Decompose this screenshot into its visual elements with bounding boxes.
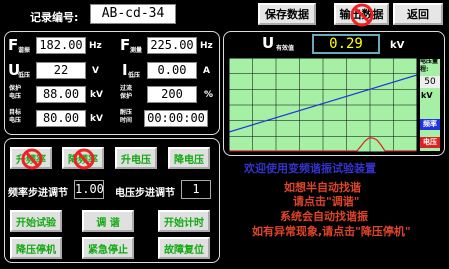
u-low-field: 22 [36, 62, 86, 79]
range-label: 电压量程: [420, 58, 439, 73]
save-data-button[interactable]: 保存数据 [258, 3, 316, 25]
protect-voltage-field[interactable]: 88.00 [36, 86, 86, 103]
frequency-legend: 频率 [420, 119, 440, 130]
freq-step-field[interactable]: 1.00 [74, 180, 104, 199]
withstand-time-field[interactable]: 00:00:00 [144, 110, 208, 127]
i-low-sub: 低压 [128, 72, 141, 79]
f-harmonic-sub: 谐振 [18, 47, 31, 54]
range-unit: kV [421, 91, 433, 100]
meter-symbol: U [262, 34, 275, 52]
lower-stop-button[interactable]: 降压停机 [10, 237, 62, 259]
record-number-field[interactable]: AB-cd-34 [90, 4, 176, 24]
f-measured-field: 225.00 [147, 37, 197, 54]
target-voltage-label: 目标 电压 [9, 109, 22, 124]
target-voltage-field[interactable]: 80.00 [36, 110, 86, 127]
freq-step-label: 频率步进调节 [8, 188, 68, 199]
hint-line-4: 如有异常现象,请点击"降压停机" [252, 225, 411, 238]
start-test-button[interactable]: 开始试验 [10, 210, 62, 232]
export-data-button[interactable]: 输出数据 [334, 3, 389, 27]
meter-unit: kV [390, 40, 405, 51]
f-harmonic-unit: Hz [89, 41, 102, 51]
i-low-symbol: I [122, 61, 128, 79]
overcurrent-protect-label: 过流 保护 [120, 85, 133, 100]
meter-sub: 有效值 [276, 45, 295, 52]
i-low-unit: A [203, 66, 210, 76]
welcome-message: 欢迎使用变频谐振试验装置 [244, 162, 376, 175]
volt-step-label: 电压步进调节 [115, 188, 175, 199]
tune-button[interactable]: 调 谐 [82, 210, 134, 232]
disabled-icon [21, 148, 43, 170]
trend-plot [229, 58, 417, 152]
disabled-icon [350, 3, 374, 27]
disabled-icon [73, 148, 95, 170]
overcurrent-protect-unit: % [204, 90, 214, 100]
f-measured-unit: Hz [200, 41, 213, 51]
overcurrent-protect-field[interactable]: 200 [147, 86, 197, 103]
lower-voltage-button[interactable]: 降电压 [168, 147, 210, 169]
raise-frequency-button[interactable]: 升频率 [10, 147, 52, 170]
withstand-time-label: 耐压 时间 [120, 109, 133, 124]
volt-step-field[interactable]: 1 [181, 180, 211, 199]
start-timer-button[interactable]: 开始计时 [158, 210, 210, 232]
raise-voltage-button[interactable]: 升电压 [115, 147, 157, 169]
voltage-legend: 电压 [420, 137, 440, 148]
f-harmonic-symbol: F [8, 36, 19, 54]
record-number-label: 记录编号: [30, 11, 79, 24]
i-low-field: 0.00 [147, 62, 197, 79]
f-measured-sub: 测量 [130, 47, 143, 54]
protect-voltage-unit: kV [90, 90, 103, 100]
target-voltage-unit: kV [90, 114, 103, 124]
fault-reset-button[interactable]: 故障复位 [158, 237, 210, 259]
hint-line-2: 请点击"调谐" [293, 195, 360, 208]
hint-line-3: 系统会自动找谐振 [280, 210, 368, 223]
back-button[interactable]: 返回 [393, 3, 443, 25]
f-measured-symbol: F [120, 36, 131, 54]
lower-frequency-button[interactable]: 降频率 [62, 147, 104, 170]
protect-voltage-label: 保护 电压 [9, 85, 22, 100]
u-low-sub: 低压 [18, 72, 31, 79]
test-screen: 记录编号: AB-cd-34 保存数据 输出数据 返回 F 谐振 182.00 … [0, 0, 449, 269]
emergency-stop-button[interactable]: 紧急停止 [82, 237, 134, 259]
range-value-field[interactable]: 50 [420, 76, 440, 88]
f-harmonic-field[interactable]: 182.00 [36, 37, 86, 54]
u-low-unit: V [92, 66, 99, 76]
meter-value-display: 0.29 [312, 34, 380, 54]
